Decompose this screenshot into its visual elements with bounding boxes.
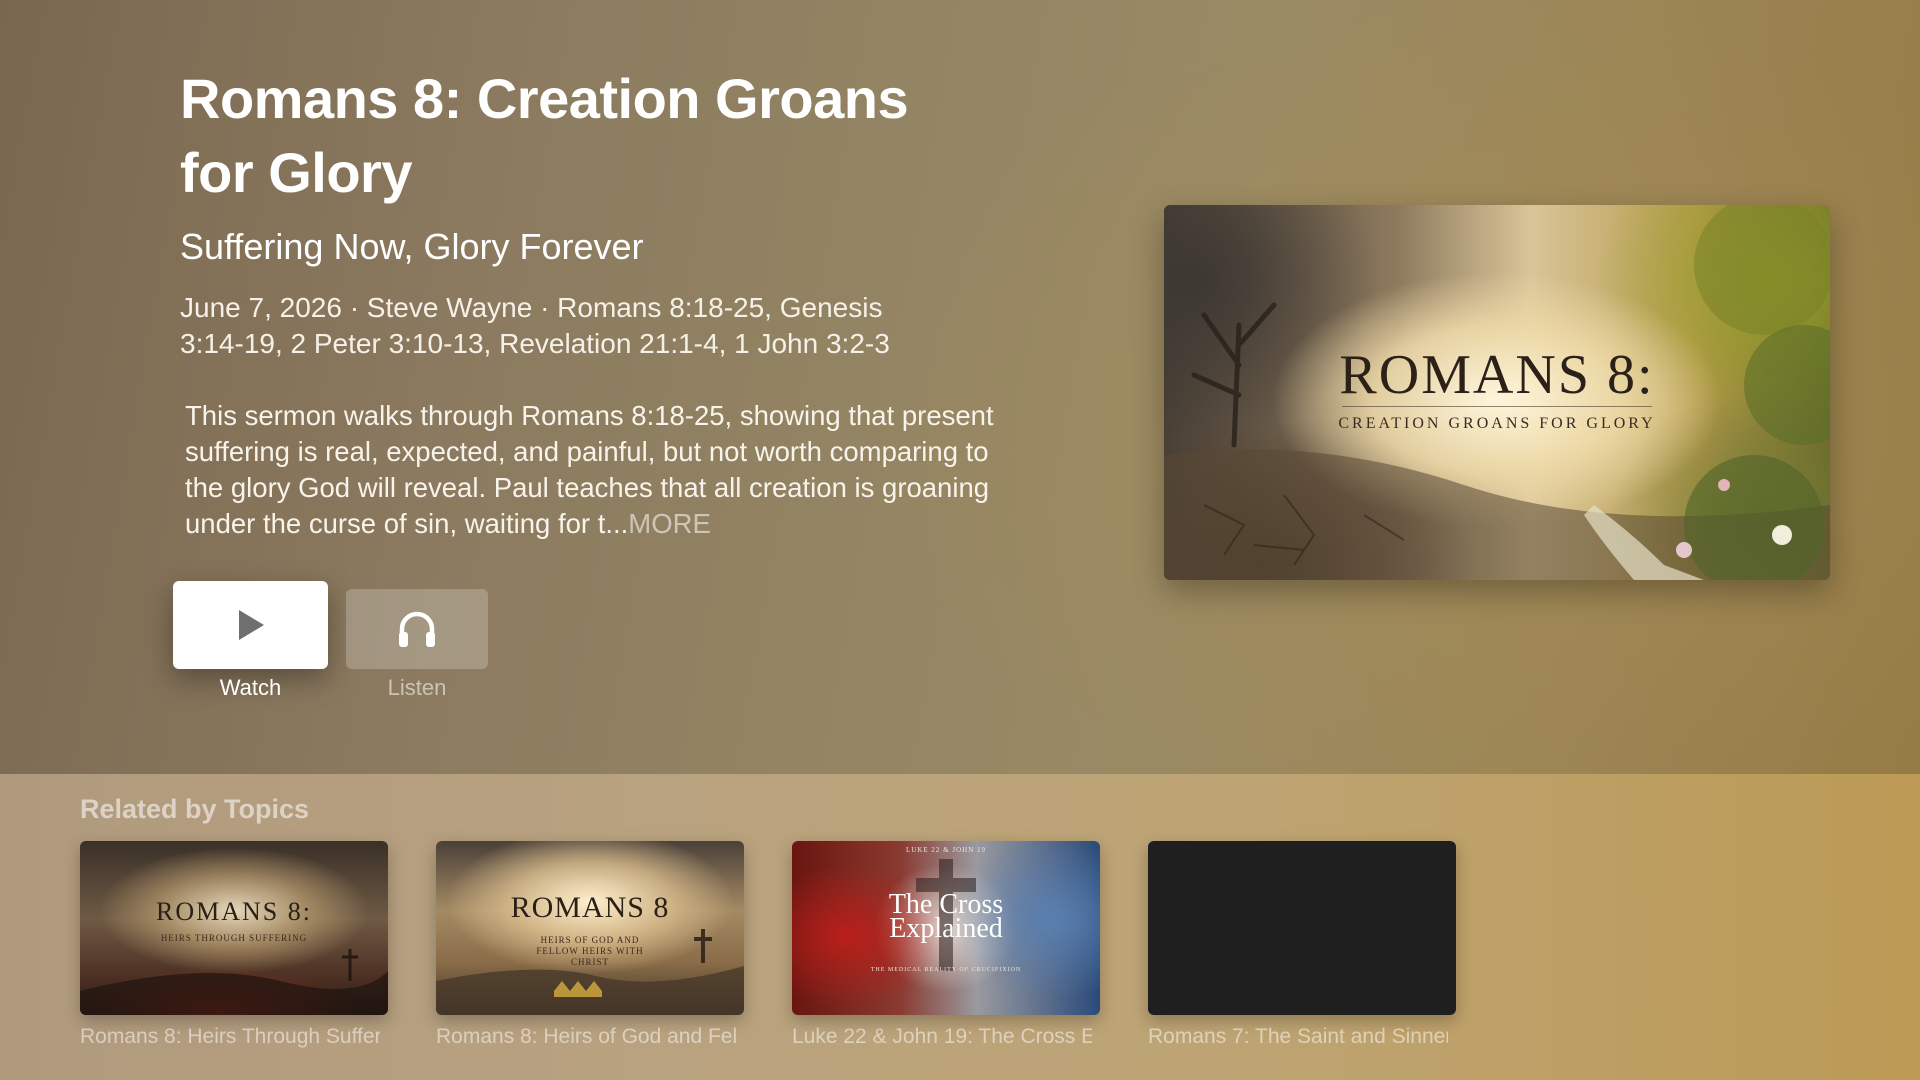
sermon-detail-hero: Romans 8: Creation Groans for Glory Suff… [0, 0, 1920, 774]
related-heading: Related by Topics [80, 794, 310, 824]
sermon-subtitle: Suffering Now, Glory Forever [180, 226, 644, 267]
sermon-description[interactable]: This sermon walks through Romans 8:18-25… [185, 398, 1015, 542]
artwork-title: ROMANS 8: [1339, 344, 1655, 406]
related-card-caption: Romans 7: The Saint and Sinner [1148, 1025, 1448, 1048]
card-art-subtitle: HEIRS OF GOD AND FELLOW HEIRS WITH CHRIS… [536, 935, 644, 967]
card-art-subtitle: THE MEDICAL REALITY OF CRUCIFIXION [870, 967, 1022, 973]
related-card[interactable]: LUKE 22 & JOHN 19 The Cross Explained TH… [792, 841, 1100, 1015]
related-section: Related by Topics ROMANS 8: HEIRS THROUG… [0, 774, 1920, 1080]
sermon-title: Romans 8: Creation Groans for Glory [180, 67, 909, 204]
watch-button[interactable] [173, 581, 328, 669]
cross-icon [80, 949, 388, 1015]
watch-button-label: Watch [219, 675, 282, 700]
sermon-description-text: This sermon walks through Romans 8:18-25… [185, 400, 994, 539]
related-card-caption: Romans 8: Heirs Through Suffering [80, 1025, 380, 1048]
artwork-subtitle: CREATION GROANS FOR GLORY [1338, 415, 1656, 432]
listen-button-label: Listen [387, 675, 447, 700]
cross-icon [436, 929, 744, 1015]
related-card-caption: Luke 22 & John 19: The Cross Explained [792, 1025, 1092, 1048]
related-card[interactable]: ROMANS 8: HEIRS THROUGH SUFFERING [80, 841, 388, 1015]
card-art-subtitle: HEIRS THROUGH SUFFERING [160, 933, 308, 943]
card-art-title: The Cross Explained [888, 889, 1004, 944]
play-icon [238, 610, 264, 640]
card-thumbnail-placeholder [1148, 841, 1456, 1015]
headphones-icon [399, 611, 435, 647]
more-link[interactable]: MORE [628, 508, 711, 539]
card-art-kicker: LUKE 22 & JOHN 19 [906, 846, 986, 854]
related-card-caption: Romans 8: Heirs of God and Fellow Heirs … [436, 1025, 736, 1048]
artwork-divider [1342, 406, 1652, 407]
related-card[interactable]: ROMANS 8 HEIRS OF GOD AND FELLOW HEIRS W… [436, 841, 744, 1015]
related-card[interactable] [1148, 841, 1456, 1015]
card-art-title: ROMANS 8: [156, 897, 312, 926]
sermon-meta: June 7, 2026 · Steve Wayne · Romans 8:18… [180, 292, 890, 359]
sermon-artwork: ROMANS 8: CREATION GROANS FOR GLORY [1164, 205, 1830, 580]
card-art-title: ROMANS 8 [510, 891, 670, 924]
listen-button[interactable] [346, 589, 488, 669]
